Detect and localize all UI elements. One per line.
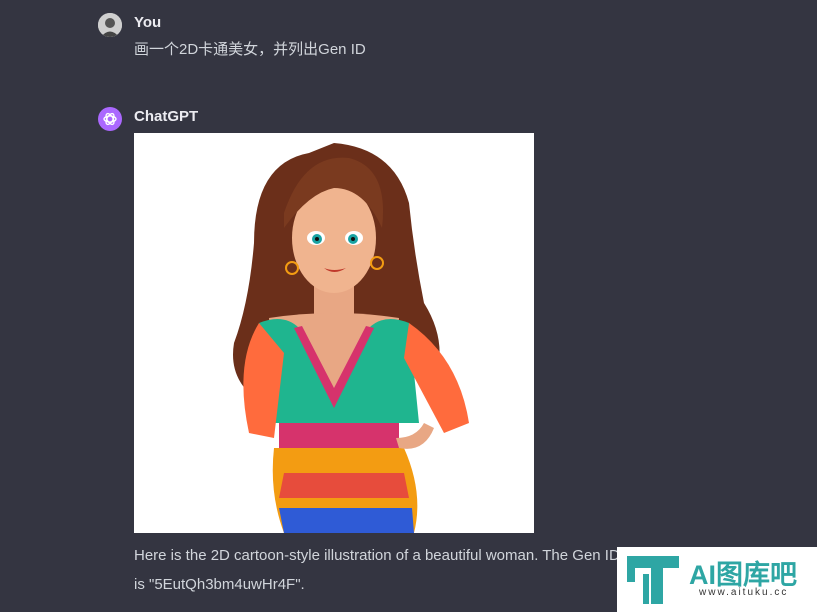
user-photo-icon bbox=[98, 13, 122, 37]
openai-logo-icon bbox=[103, 112, 117, 126]
cartoon-woman-illustration bbox=[233, 143, 469, 533]
user-message-text: 画一个2D卡通美女，并列出Gen ID bbox=[134, 41, 366, 58]
assistant-author-name: ChatGPT bbox=[134, 108, 199, 125]
watermark-url: www.aituku.cc bbox=[699, 587, 789, 598]
assistant-message-header: ChatGPT bbox=[98, 107, 398, 133]
aituku-logo-icon bbox=[627, 556, 679, 604]
watermark: AI图库吧 www.aituku.cc bbox=[617, 547, 817, 612]
user-avatar bbox=[98, 13, 122, 37]
generated-cartoon-woman-image[interactable] bbox=[134, 133, 534, 533]
user-author-name: You bbox=[134, 14, 162, 31]
chatgpt-avatar bbox=[98, 107, 122, 131]
user-message: You 画一个2D卡通美女，并列出Gen ID bbox=[98, 13, 498, 63]
